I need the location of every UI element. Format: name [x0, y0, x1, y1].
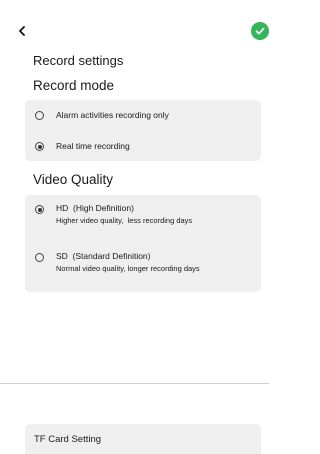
chevron-left-icon [19, 26, 25, 36]
record-mode-heading: Record mode [33, 78, 115, 93]
back-button[interactable] [14, 22, 30, 40]
option-hd[interactable]: HD (High Definition) Higher video qualit… [25, 195, 261, 243]
option-description: Normal video quality, longer recording d… [56, 264, 200, 273]
option-label: SD (Standard Definition) [56, 251, 151, 261]
option-description: Higher video quality, less recording day… [56, 216, 193, 225]
radio-button-selected[interactable] [35, 205, 44, 214]
record-settings-screen: Record settings Record mode Alarm activi… [0, 0, 269, 454]
option-label: Real time recording [56, 141, 130, 151]
radio-button-selected[interactable] [35, 142, 44, 151]
tf-card-setting-row[interactable]: TF Card Setting [25, 424, 261, 454]
page-title: Record settings [33, 53, 124, 68]
check-circle-icon [255, 27, 265, 35]
record-mode-card: Alarm activities recording only Real tim… [25, 100, 261, 161]
option-alarm-recording[interactable]: Alarm activities recording only [25, 100, 261, 131]
option-label: Alarm activities recording only [56, 110, 169, 120]
tf-card-setting-label: TF Card Setting [34, 434, 102, 445]
video-quality-card: HD (High Definition) Higher video qualit… [25, 195, 261, 292]
option-realtime-recording[interactable]: Real time recording [25, 131, 261, 161]
option-sd[interactable]: SD (Standard Definition) Normal video qu… [25, 243, 261, 292]
option-label: HD (High Definition) [56, 203, 134, 213]
radio-button[interactable] [35, 111, 44, 120]
video-quality-heading: Video Quality [33, 172, 114, 187]
section-divider [0, 383, 269, 384]
confirm-button[interactable] [251, 22, 269, 40]
radio-button[interactable] [35, 253, 44, 262]
